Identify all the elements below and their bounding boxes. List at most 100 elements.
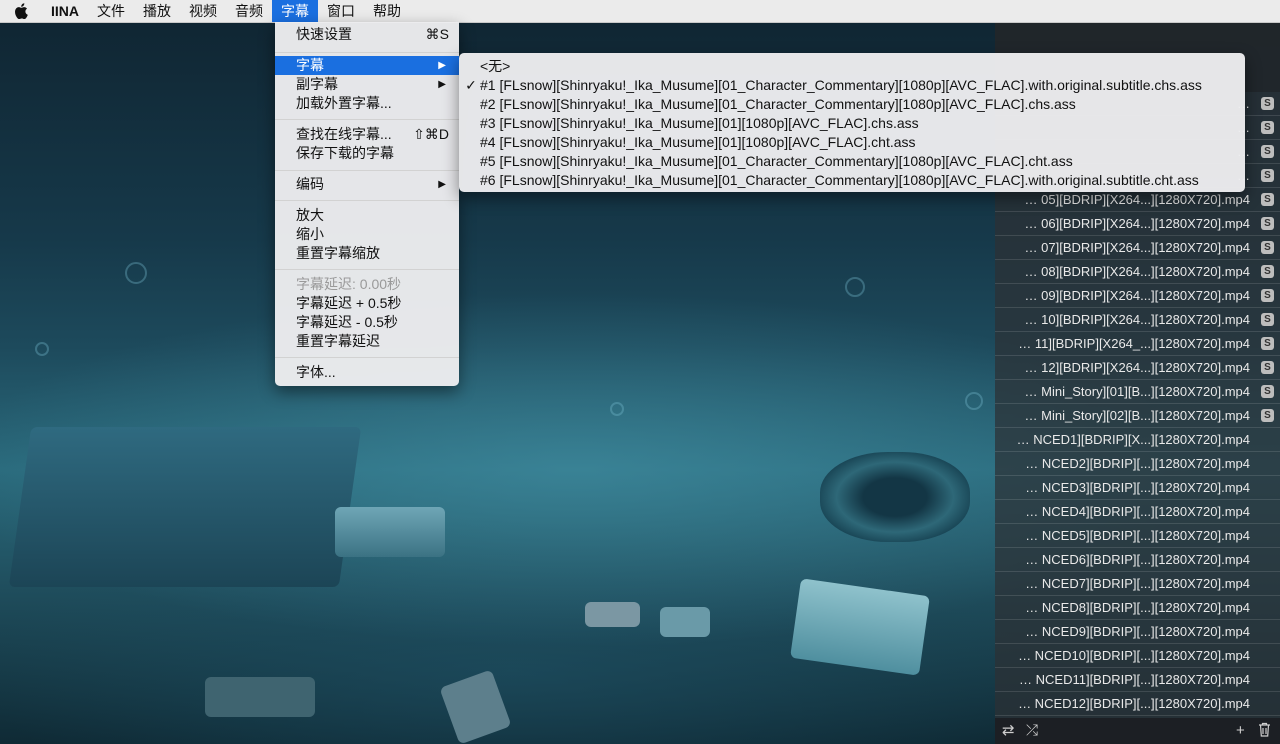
subtitle-track-item[interactable]: #4 [FLsnow][Shinryaku!_Ika_Musume][01][1… — [459, 133, 1245, 152]
menu-item-label: 缩小 — [296, 226, 324, 242]
subtitle-track-label: #6 [FLsnow][Shinryaku!_Ika_Musume][01_Ch… — [480, 172, 1199, 188]
bubble — [965, 392, 983, 410]
menu-item-load-external[interactable]: 加载外置字幕... — [275, 94, 459, 113]
playlist-item[interactable]: … NCED10][BDRIP][...][1280X720].mp4 — [995, 644, 1280, 668]
subtitle-track-item[interactable]: ✓ #1 [FLsnow][Shinryaku!_Ika_Musume][01_… — [459, 76, 1245, 95]
submenu-arrow-icon: ▶ — [438, 79, 446, 90]
menu-item-font[interactable]: 字体... — [275, 363, 459, 382]
menu-window[interactable]: 窗口 — [318, 0, 364, 22]
checkmark-icon: ✓ — [465, 77, 477, 93]
subtitle-badge-icon: S — [1261, 217, 1274, 230]
playlist-item-name: … 10][BDRIP][X264...][1280X720].mp4 — [1024, 312, 1250, 327]
menu-item-label: 编码 — [296, 176, 324, 192]
playlist-item[interactable]: … 10][BDRIP][X264...][1280X720].mp4 S — [995, 308, 1280, 332]
playlist-item-name: … 06][BDRIP][X264...][1280X720].mp4 — [1024, 216, 1250, 231]
playlist-item[interactable]: … Mini_Story][02][B...][1280X720].mp4 S — [995, 404, 1280, 428]
bubble — [35, 342, 49, 356]
menu-item-reset-scale[interactable]: 重置字幕缩放 — [275, 244, 459, 263]
subtitle-track-item[interactable]: #5 [FLsnow][Shinryaku!_Ika_Musume][01_Ch… — [459, 152, 1245, 171]
playlist-item[interactable]: … NCED7][BDRIP][...][1280X720].mp4 — [995, 572, 1280, 596]
playlist-item[interactable]: … NCED11][BDRIP][...][1280X720].mp4 — [995, 668, 1280, 692]
menu-item-zoom-out[interactable]: 缩小 — [275, 225, 459, 244]
menu-iina[interactable]: IINA — [42, 0, 88, 22]
playlist-item[interactable]: … NCED12][BDRIP][...][1280X720].mp4 — [995, 692, 1280, 716]
menu-separator — [275, 170, 459, 171]
menu-item-save-downloaded[interactable]: 保存下载的字幕 — [275, 144, 459, 163]
menu-video[interactable]: 视频 — [180, 0, 226, 22]
apple-logo-icon[interactable] — [0, 0, 42, 22]
subtitle-track-item[interactable]: #6 [FLsnow][Shinryaku!_Ika_Musume][01_Ch… — [459, 171, 1245, 190]
menu-subtitles[interactable]: 字幕 — [272, 0, 318, 22]
playlist-item-name: … NCED5][BDRIP][...][1280X720].mp4 — [1025, 528, 1250, 543]
subtitle-badge-icon: S — [1261, 241, 1274, 254]
playlist-item[interactable]: … 06][BDRIP][X264...][1280X720].mp4 S — [995, 212, 1280, 236]
menu-audio[interactable]: 音频 — [226, 0, 272, 22]
subtitle-track-item[interactable]: <无> — [459, 57, 1245, 76]
playlist-item-name: … NCED7][BDRIP][...][1280X720].mp4 — [1025, 576, 1250, 591]
menu-item-subtitle[interactable]: 字幕 ▶ — [275, 56, 459, 75]
menu-item-quick-settings[interactable]: 快速设置 ⌘S — [275, 25, 459, 44]
menu-item-encoding[interactable]: 编码 ▶ — [275, 175, 459, 194]
submenu-arrow-icon: ▶ — [438, 179, 446, 190]
menu-file[interactable]: 文件 — [88, 0, 134, 22]
menu-item-reset-delay[interactable]: 重置字幕延迟 — [275, 332, 459, 351]
shuffle-icon[interactable]: ⤮ — [1026, 722, 1038, 740]
debris-box — [790, 578, 930, 676]
menu-separator — [275, 119, 459, 120]
subtitle-track-label: #2 [FLsnow][Shinryaku!_Ika_Musume][01_Ch… — [480, 96, 1076, 112]
playlist-item[interactable]: … 07][BDRIP][X264...][1280X720].mp4 S — [995, 236, 1280, 260]
playlist-item-name: … 08][BDRIP][X264...][1280X720].mp4 — [1024, 264, 1250, 279]
playlist-item[interactable]: … NCED1][BDRIP][X...][1280X720].mp4 — [995, 428, 1280, 452]
subtitle-badge-icon: S — [1261, 145, 1274, 158]
menu-item-delay-plus[interactable]: 字幕延迟 + 0.5秒 — [275, 294, 459, 313]
playlist-item-name: … NCED12][BDRIP][...][1280X720].mp4 — [1018, 696, 1250, 711]
menu-item-label: 重置字幕延迟 — [296, 333, 380, 349]
menu-item-secondary-subtitle[interactable]: 副字幕 ▶ — [275, 75, 459, 94]
shortcut-label: ⌘S — [425, 26, 449, 42]
menu-item-zoom-in[interactable]: 放大 — [275, 206, 459, 225]
playlist-item[interactable]: … 12][BDRIP][X264...][1280X720].mp4 S — [995, 356, 1280, 380]
playlist-item-name: … NCED3][BDRIP][...][1280X720].mp4 — [1025, 480, 1250, 495]
menu-help[interactable]: 帮助 — [364, 0, 410, 22]
playlist-item[interactable]: … NCED5][BDRIP][...][1280X720].mp4 — [995, 524, 1280, 548]
playlist-item[interactable]: … 08][BDRIP][X264...][1280X720].mp4 S — [995, 260, 1280, 284]
menu-item-label: 字幕延迟 - 0.5秒 — [296, 314, 398, 330]
subtitle-badge-icon: S — [1261, 409, 1274, 422]
trash-icon[interactable] — [1258, 722, 1271, 742]
playlist-item-name: … 12][BDRIP][X264...][1280X720].mp4 — [1024, 360, 1250, 375]
add-icon[interactable]: + — [1236, 722, 1245, 740]
playlist-item[interactable]: … 09][BDRIP][X264...][1280X720].mp4 S — [995, 284, 1280, 308]
subtitle-track-item[interactable]: #3 [FLsnow][Shinryaku!_Ika_Musume][01][1… — [459, 114, 1245, 133]
subtitle-badge-icon: S — [1261, 121, 1274, 134]
playlist-item-name: … NCED10][BDRIP][...][1280X720].mp4 — [1018, 648, 1250, 663]
playlist-item[interactable]: … Mini_Story][01][B...][1280X720].mp4 S — [995, 380, 1280, 404]
menu-bar: IINA 文件 播放 视频 音频 字幕 窗口 帮助 — [0, 0, 1280, 23]
menu-item-delay-minus[interactable]: 字幕延迟 - 0.5秒 — [275, 313, 459, 332]
playlist-item-name: … NCED6][BDRIP][...][1280X720].mp4 — [1025, 552, 1250, 567]
menu-playback[interactable]: 播放 — [134, 0, 180, 22]
playlist-item[interactable]: … NCED3][BDRIP][...][1280X720].mp4 — [995, 476, 1280, 500]
playlist-item[interactable]: … NCED2][BDRIP][...][1280X720].mp4 — [995, 452, 1280, 476]
playlist-item[interactable]: … 11][BDRIP][X264_...][1280X720].mp4 S — [995, 332, 1280, 356]
playlist-item[interactable]: … NCED8][BDRIP][...][1280X720].mp4 — [995, 596, 1280, 620]
subtitle-badge-icon: S — [1261, 265, 1274, 278]
menu-item-label: 查找在线字幕... — [296, 126, 392, 142]
playlist-item-name: … NCED9][BDRIP][...][1280X720].mp4 — [1025, 624, 1250, 639]
menu-item-label: 保存下载的字幕 — [296, 145, 394, 161]
playlist-item-name: … NCED1][BDRIP][X...][1280X720].mp4 — [1016, 432, 1250, 447]
bubble — [610, 402, 624, 416]
repeat-icon[interactable]: ⇄ — [1002, 722, 1015, 740]
subtitle-badge-icon: S — [1261, 193, 1274, 206]
subtitle-badge-icon: S — [1261, 313, 1274, 326]
playlist-item-name: … 11][BDRIP][X264_...][1280X720].mp4 — [1018, 336, 1250, 351]
playlist-item-name: … 09][BDRIP][X264...][1280X720].mp4 — [1024, 288, 1250, 303]
debris-pipe — [205, 677, 315, 717]
menu-separator — [275, 52, 459, 53]
playlist-item[interactable]: … NCED6][BDRIP][...][1280X720].mp4 — [995, 548, 1280, 572]
subtitle-track-label: #5 [FLsnow][Shinryaku!_Ika_Musume][01_Ch… — [480, 153, 1073, 169]
menu-item-find-online[interactable]: 查找在线字幕... ⇧⌘D — [275, 125, 459, 144]
subtitle-track-item[interactable]: #2 [FLsnow][Shinryaku!_Ika_Musume][01_Ch… — [459, 95, 1245, 114]
playlist-item[interactable]: … NCED4][BDRIP][...][1280X720].mp4 — [995, 500, 1280, 524]
playlist-item[interactable]: … NCED9][BDRIP][...][1280X720].mp4 — [995, 620, 1280, 644]
playlist-item-name: … NCED2][BDRIP][...][1280X720].mp4 — [1025, 456, 1250, 471]
